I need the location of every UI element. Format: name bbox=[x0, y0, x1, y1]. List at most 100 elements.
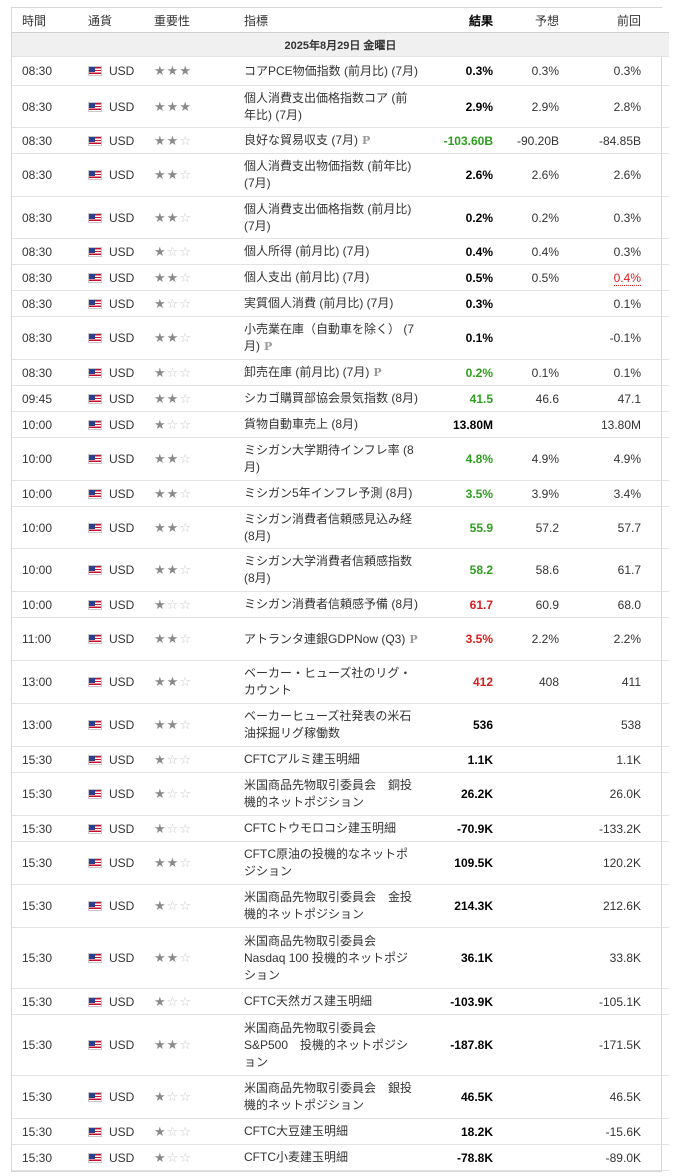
table-row[interactable]: 08:30 USD ★☆☆ 個人所得 (前月比) (7月) 0.4% 0.4% 0.3% bbox=[12, 238, 669, 265]
table-row[interactable]: 08:30 USD ★★☆ 個人支出 (前月比) (7月) 0.5% 0.5% 0.4% bbox=[12, 264, 669, 291]
event-name[interactable]: ミシガン消費者信頼感見込み経 (8月) bbox=[244, 508, 426, 548]
event-name[interactable]: シカゴ購買部協会景気指数 (8月) bbox=[244, 387, 426, 410]
table-row[interactable]: 08:30 USD ★★★ コアPCE物価指数 (前月比) (7月) 0.3% 0.3% 0… bbox=[12, 56, 669, 86]
event-name[interactable]: 実質個人消費 (前月比) (7月) bbox=[244, 292, 426, 315]
table-row[interactable]: 15:30 USD ★☆☆ 米国商品先物取引委員会 金投機的ネットポジション 214.3… bbox=[12, 884, 669, 928]
event-name[interactable]: 卸売在庫 (前月比) (7月) P bbox=[244, 361, 426, 384]
row-event[interactable]: 個人所得 (前月比) (7月) bbox=[244, 238, 426, 265]
table-row[interactable]: 15:30 USD ★☆☆ CFTCトウモロコシ建玉明細 -70.9K -133.2K bbox=[12, 815, 669, 842]
row-event[interactable]: 米国商品先物取引委員会 金投機的ネットポジション bbox=[244, 884, 426, 928]
event-name[interactable]: 米国商品先物取引委員会 銀投機的ネットポジション bbox=[244, 1077, 426, 1117]
event-name[interactable]: 米国商品先物取引委員会 金投機的ネットポジション bbox=[244, 886, 426, 926]
table-row[interactable]: 08:30 USD ★☆☆ 実質個人消費 (前月比) (7月) 0.3% 0.1% bbox=[12, 290, 669, 317]
event-name[interactable]: CFTC大豆建玉明細 bbox=[244, 1120, 426, 1143]
row-event[interactable]: シカゴ購買部協会景気指数 (8月) bbox=[244, 385, 426, 412]
row-event[interactable]: CFTC小麦建玉明細 bbox=[244, 1144, 426, 1171]
table-row[interactable]: 09:45 USD ★★☆ シカゴ購買部協会景気指数 (8月) 41.5 46.6 47.1 bbox=[12, 385, 669, 412]
event-label[interactable]: 米国商品先物取引委員会 Nasdaq 100 投機的ネットポジション bbox=[244, 934, 408, 982]
event-name[interactable]: ミシガン消費者信頼感予備 (8月) bbox=[244, 593, 426, 616]
table-row[interactable]: 08:30 USD ★★★ 個人消費支出価格指数コア (前年比) (7月) 2.9% 2.… bbox=[12, 85, 669, 128]
event-name[interactable]: CFTC小麦建玉明細 bbox=[244, 1146, 426, 1169]
event-name[interactable]: ミシガン5年インフレ予測 (8月) bbox=[244, 482, 426, 505]
event-label[interactable]: ミシガン消費者信頼感予備 (8月) bbox=[244, 597, 418, 611]
event-label[interactable]: ミシガン消費者信頼感見込み経 (8月) bbox=[244, 512, 412, 543]
table-row[interactable]: 15:30 USD ★☆☆ CFTC大豆建玉明細 18.2K -15.6K bbox=[12, 1118, 669, 1145]
row-event[interactable]: ミシガン消費者信頼感予備 (8月) bbox=[244, 591, 426, 618]
row-event[interactable]: コアPCE物価指数 (前月比) (7月) bbox=[244, 56, 426, 86]
table-row[interactable]: 10:00 USD ★☆☆ 貨物自動車売上 (8月) 13.80M 13.80M bbox=[12, 411, 669, 438]
row-event[interactable]: 良好な貿易収支 (7月) P bbox=[244, 127, 426, 154]
table-row[interactable]: 08:30 USD ★☆☆ 卸売在庫 (前月比) (7月) P 0.2% 0.1% 0.1% bbox=[12, 359, 669, 386]
table-row[interactable]: 10:00 USD ★★☆ ミシガン消費者信頼感見込み経 (8月) 55.9 57.2 57… bbox=[12, 506, 669, 549]
table-row[interactable]: 10:00 USD ★★☆ ミシガン大学消費者信頼感指数 (8月) 58.2 58.6 61… bbox=[12, 548, 669, 592]
table-row[interactable]: 13:00 USD ★★☆ ベーカー・ヒューズ社のリグ・カウント 412 408 411 bbox=[12, 660, 669, 704]
event-label[interactable]: 卸売在庫 (前月比) (7月) bbox=[244, 365, 369, 379]
event-label[interactable]: ミシガン5年インフレ予測 (8月) bbox=[244, 486, 412, 500]
event-label[interactable]: CFTC大豆建玉明細 bbox=[244, 1124, 348, 1138]
event-name[interactable]: CFTCトウモロコシ建玉明細 bbox=[244, 817, 426, 840]
event-name[interactable]: CFTC原油の投機的なネットポジション bbox=[244, 843, 426, 883]
event-name[interactable]: 個人支出 (前月比) (7月) bbox=[244, 266, 426, 289]
event-name[interactable]: 個人消費支出物価指数 (前年比) (7月) bbox=[244, 155, 426, 195]
event-label[interactable]: 貨物自動車売上 (8月) bbox=[244, 417, 358, 431]
event-name[interactable]: 個人消費支出価格指数コア (前年比) (7月) bbox=[244, 87, 426, 127]
row-event[interactable]: 貨物自動車売上 (8月) bbox=[244, 411, 426, 438]
event-label[interactable]: CFTCトウモロコシ建玉明細 bbox=[244, 821, 396, 835]
row-event[interactable]: ベーカーヒューズ社発表の米石油採掘リグ稼働数 bbox=[244, 703, 426, 747]
event-label[interactable]: 米国商品先物取引委員会 S&P500 投機的ネットポジション bbox=[244, 1021, 408, 1069]
event-name[interactable]: 個人消費支出価格指数 (前月比) (7月) bbox=[244, 198, 426, 238]
event-label[interactable]: 個人消費支出価格指数コア (前年比) (7月) bbox=[244, 91, 407, 122]
event-name[interactable]: ミシガン大学消費者信頼感指数 (8月) bbox=[244, 550, 426, 590]
event-name[interactable]: 個人所得 (前月比) (7月) bbox=[244, 240, 426, 263]
event-label[interactable]: 米国商品先物取引委員会 銅投機的ネットポジション bbox=[244, 778, 412, 809]
table-row[interactable]: 08:30 USD ★★☆ 個人消費支出物価指数 (前年比) (7月) 2.6% 2.6%… bbox=[12, 153, 669, 197]
header-previous[interactable]: 前回 bbox=[559, 8, 669, 33]
event-label[interactable]: ベーカーヒューズ社発表の米石油採掘リグ稼働数 bbox=[244, 709, 411, 740]
event-label[interactable]: コアPCE物価指数 (前月比) (7月) bbox=[244, 64, 418, 78]
event-label[interactable]: CFTC原油の投機的なネットポジション bbox=[244, 847, 408, 878]
row-event[interactable]: ベーカー・ヒューズ社のリグ・カウント bbox=[244, 660, 426, 704]
event-name[interactable]: コアPCE物価指数 (前月比) (7月) bbox=[244, 60, 426, 83]
row-event[interactable]: アトランタ連銀GDPNow (Q3) P bbox=[244, 617, 426, 661]
header-forecast[interactable]: 予想 bbox=[493, 8, 559, 33]
table-row[interactable]: 08:30 USD ★★☆ 良好な貿易収支 (7月) P -103.60B -90.20B -… bbox=[12, 127, 669, 154]
event-name[interactable]: 貨物自動車売上 (8月) bbox=[244, 413, 426, 436]
header-actual[interactable]: 結果 bbox=[426, 8, 493, 33]
table-row[interactable]: 15:30 USD ★★☆ 米国商品先物取引委員会 S&P500 投機的ネットポジショ… bbox=[12, 1014, 669, 1076]
event-label[interactable]: CFTC小麦建玉明細 bbox=[244, 1150, 348, 1164]
event-label[interactable]: 米国商品先物取引委員会 金投機的ネットポジション bbox=[244, 890, 412, 921]
row-event[interactable]: 小売業在庫（自動車を除く） (7月) P bbox=[244, 316, 426, 360]
row-event[interactable]: CFTCアルミ建玉明細 bbox=[244, 746, 426, 773]
event-label[interactable]: ミシガン大学消費者信頼感指数 (8月) bbox=[244, 554, 412, 585]
row-event[interactable]: 米国商品先物取引委員会 S&P500 投機的ネットポジション bbox=[244, 1014, 426, 1076]
event-label[interactable]: 実質個人消費 (前月比) (7月) bbox=[244, 296, 393, 310]
header-importance[interactable]: 重要性 bbox=[154, 8, 244, 33]
table-row[interactable]: 15:30 USD ★☆☆ CFTCアルミ建玉明細 1.1K 1.1K bbox=[12, 746, 669, 773]
row-event[interactable]: ミシガン大学消費者信頼感指数 (8月) bbox=[244, 548, 426, 592]
table-row[interactable]: 15:30 USD ★★☆ 米国商品先物取引委員会 Nasdaq 100 投機的ネット… bbox=[12, 927, 669, 989]
event-label[interactable]: ミシガン大学期待インフレ率 (8月) bbox=[244, 443, 414, 474]
event-name[interactable]: 米国商品先物取引委員会 Nasdaq 100 投機的ネットポジション bbox=[244, 930, 426, 987]
event-label[interactable]: シカゴ購買部協会景気指数 (8月) bbox=[244, 391, 418, 405]
header-time[interactable]: 時間 bbox=[12, 8, 88, 33]
row-event[interactable]: 個人消費支出価格指数 (前月比) (7月) bbox=[244, 196, 426, 239]
event-name[interactable]: 小売業在庫（自動車を除く） (7月) P bbox=[244, 318, 426, 358]
event-name[interactable]: ベーカー・ヒューズ社のリグ・カウント bbox=[244, 662, 426, 702]
table-row[interactable]: 08:30 USD ★★☆ 小売業在庫（自動車を除く） (7月) P 0.1% -0.1% bbox=[12, 316, 669, 360]
row-event[interactable]: CFTC原油の投機的なネットポジション bbox=[244, 841, 426, 885]
row-event[interactable]: 個人消費支出物価指数 (前年比) (7月) bbox=[244, 153, 426, 197]
row-event[interactable]: 米国商品先物取引委員会 銅投機的ネットポジション bbox=[244, 772, 426, 816]
table-row[interactable]: 15:30 USD ★★☆ CFTC原油の投機的なネットポジション 109.5K 120.… bbox=[12, 841, 669, 885]
row-event[interactable]: ミシガン消費者信頼感見込み経 (8月) bbox=[244, 506, 426, 549]
event-name[interactable]: 米国商品先物取引委員会 銅投機的ネットポジション bbox=[244, 774, 426, 814]
table-row[interactable]: 13:00 USD ★★☆ ベーカーヒューズ社発表の米石油採掘リグ稼働数 536 538 bbox=[12, 703, 669, 747]
event-name[interactable]: CFTC天然ガス建玉明細 bbox=[244, 990, 426, 1013]
event-label[interactable]: 個人消費支出価格指数 (前月比) (7月) bbox=[244, 202, 411, 233]
table-row[interactable]: 15:30 USD ★☆☆ CFTC天然ガス建玉明細 -103.9K -105.1K bbox=[12, 988, 669, 1015]
table-row[interactable]: 10:00 USD ★★☆ ミシガン大学期待インフレ率 (8月) 4.8% 4.9% 4.9… bbox=[12, 437, 669, 481]
row-event[interactable]: CFTCトウモロコシ建玉明細 bbox=[244, 815, 426, 842]
row-event[interactable]: CFTC大豆建玉明細 bbox=[244, 1118, 426, 1145]
row-event[interactable]: ミシガン大学期待インフレ率 (8月) bbox=[244, 437, 426, 481]
table-row[interactable]: 10:00 USD ★☆☆ ミシガン消費者信頼感予備 (8月) 61.7 60.9 68.0 bbox=[12, 591, 669, 618]
event-name[interactable]: ベーカーヒューズ社発表の米石油採掘リグ稼働数 bbox=[244, 705, 426, 745]
